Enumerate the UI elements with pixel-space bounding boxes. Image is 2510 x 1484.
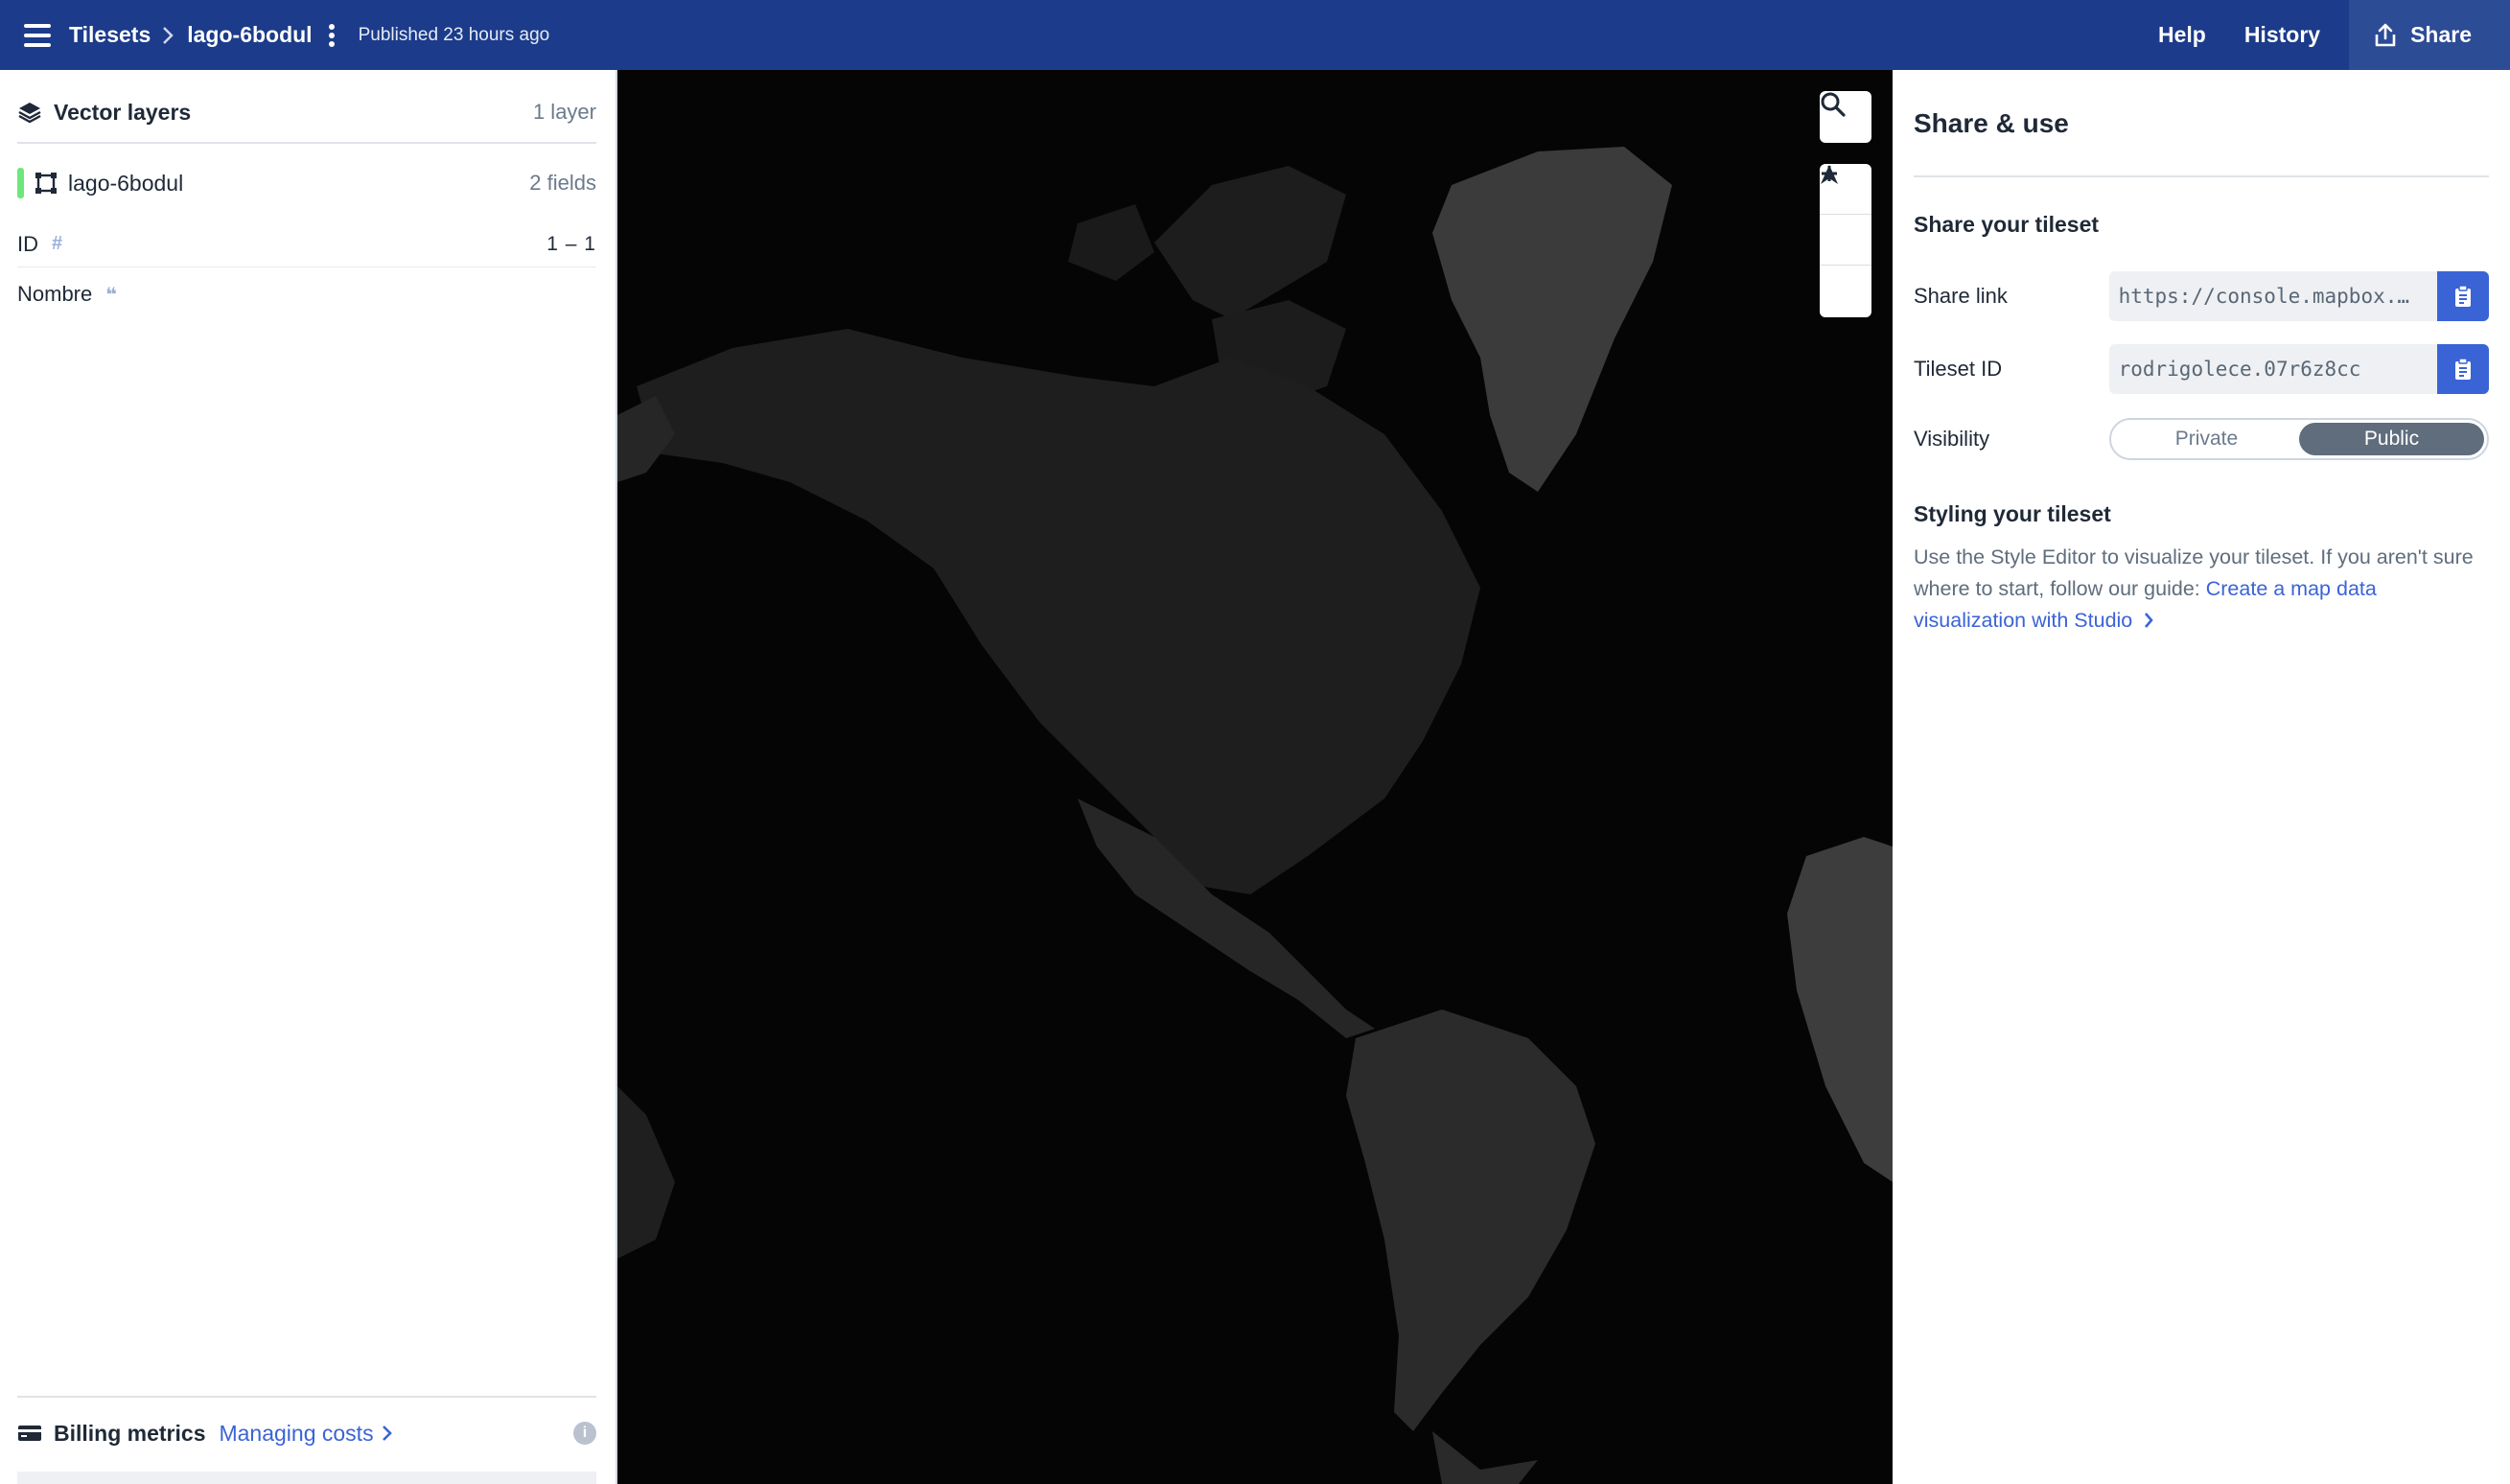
published-status: Published 23 hours ago (358, 24, 550, 45)
field-range: 1 – 1 (546, 232, 596, 255)
vector-layers-title: Vector layers (54, 99, 192, 125)
vector-layers-header: Vector layers 1 layer (17, 93, 596, 131)
visibility-public-option[interactable]: Public (2298, 423, 2484, 455)
history-button[interactable]: History (2225, 22, 2339, 48)
tileset-id-field[interactable]: rodrigolece.07r6z8cc (2108, 344, 2438, 394)
breadcrumb-tilesets[interactable]: Tilesets (69, 22, 151, 48)
tileset-id-row: Tileset ID rodrigolece.07r6z8cc (1914, 344, 2489, 394)
breadcrumb-current-tileset: lago-6bodul (187, 22, 313, 47)
styling-text: Use the Style Editor to visualize your t… (1914, 545, 2474, 600)
layers-icon (18, 103, 41, 124)
divider (1914, 175, 2489, 177)
styling-section-title: Styling your tileset (1914, 501, 2111, 526)
layer-name: lago-6bodul (68, 170, 184, 196)
chevron-right-icon (162, 24, 175, 47)
field-row-id: ID # 1 – 1 (17, 221, 596, 267)
map-view[interactable] (617, 70, 1893, 1484)
field-name: ID (17, 231, 38, 256)
visibility-private-option[interactable]: Private (2114, 423, 2299, 455)
help-button[interactable]: Help (2139, 22, 2225, 48)
info-icon[interactable]: i (573, 1422, 596, 1445)
credit-card-icon (18, 1426, 41, 1441)
compass-icon (1821, 165, 1838, 184)
share-link-field[interactable]: https://console.mapbox.… (2108, 271, 2438, 321)
visibility-label: Visibility (1914, 427, 1990, 451)
map-canvas (617, 70, 1893, 1484)
billing-metrics-title: Billing metrics (54, 1420, 206, 1446)
copy-tileset-id-button[interactable] (2437, 344, 2489, 394)
number-type-icon: # (52, 233, 63, 254)
vector-layers-panel: Vector layers 1 layer lago-6bodul 2 fiel… (0, 70, 617, 1484)
divider (17, 142, 596, 144)
clipboard-icon (2455, 285, 2472, 307)
managing-costs-link[interactable]: Managing costs (219, 1421, 373, 1447)
share-use-panel: Share & use Share your tileset Share lin… (1893, 70, 2510, 1484)
share-link-row: Share link https://console.mapbox.… (1914, 271, 2489, 321)
share-button[interactable]: Share (2349, 0, 2510, 70)
chevron-right-icon (382, 1426, 392, 1441)
share-link-label: Share link (1914, 284, 2008, 308)
layer-count: 1 layer (532, 100, 596, 124)
billing-metrics-content (17, 1472, 596, 1484)
layer-color-swatch (17, 168, 24, 198)
clipboard-icon (2455, 358, 2472, 380)
string-type-icon: ❝ (105, 284, 117, 306)
zoom-out-button[interactable] (1820, 172, 1871, 266)
chevron-right-icon (2145, 613, 2153, 628)
more-options-icon[interactable] (326, 21, 337, 50)
copy-share-link-button[interactable] (2437, 271, 2489, 321)
visibility-row: Visibility Private Public (1914, 414, 2489, 464)
layer-field-count: 2 fields (529, 171, 596, 195)
map-navigation-controls (1820, 164, 1871, 317)
panel-title: Share & use (1914, 108, 2069, 138)
styling-description: Use the Style Editor to visualize your t… (1914, 542, 2489, 637)
tileset-id-label: Tileset ID (1914, 357, 2003, 381)
billing-metrics-row: Billing metrics Managing costs i (17, 1416, 596, 1450)
search-icon (1821, 92, 1846, 117)
field-name: Nombre (17, 282, 93, 306)
field-row-nombre: Nombre ❝ (17, 275, 596, 313)
share-section-title: Share your tileset (1914, 212, 2100, 237)
map-search-button[interactable] (1820, 91, 1871, 143)
polygon-icon (35, 173, 57, 194)
compass-button[interactable] (1820, 165, 1871, 316)
layer-item[interactable]: lago-6bodul 2 fields (17, 163, 596, 203)
share-label: Share (2410, 22, 2472, 47)
menu-icon[interactable] (19, 17, 56, 54)
divider (17, 1396, 596, 1398)
visibility-toggle[interactable]: Private Public (2108, 418, 2489, 460)
top-bar: Tilesets lago-6bodul Published 23 hours … (0, 0, 2510, 70)
share-icon (2375, 23, 2396, 46)
